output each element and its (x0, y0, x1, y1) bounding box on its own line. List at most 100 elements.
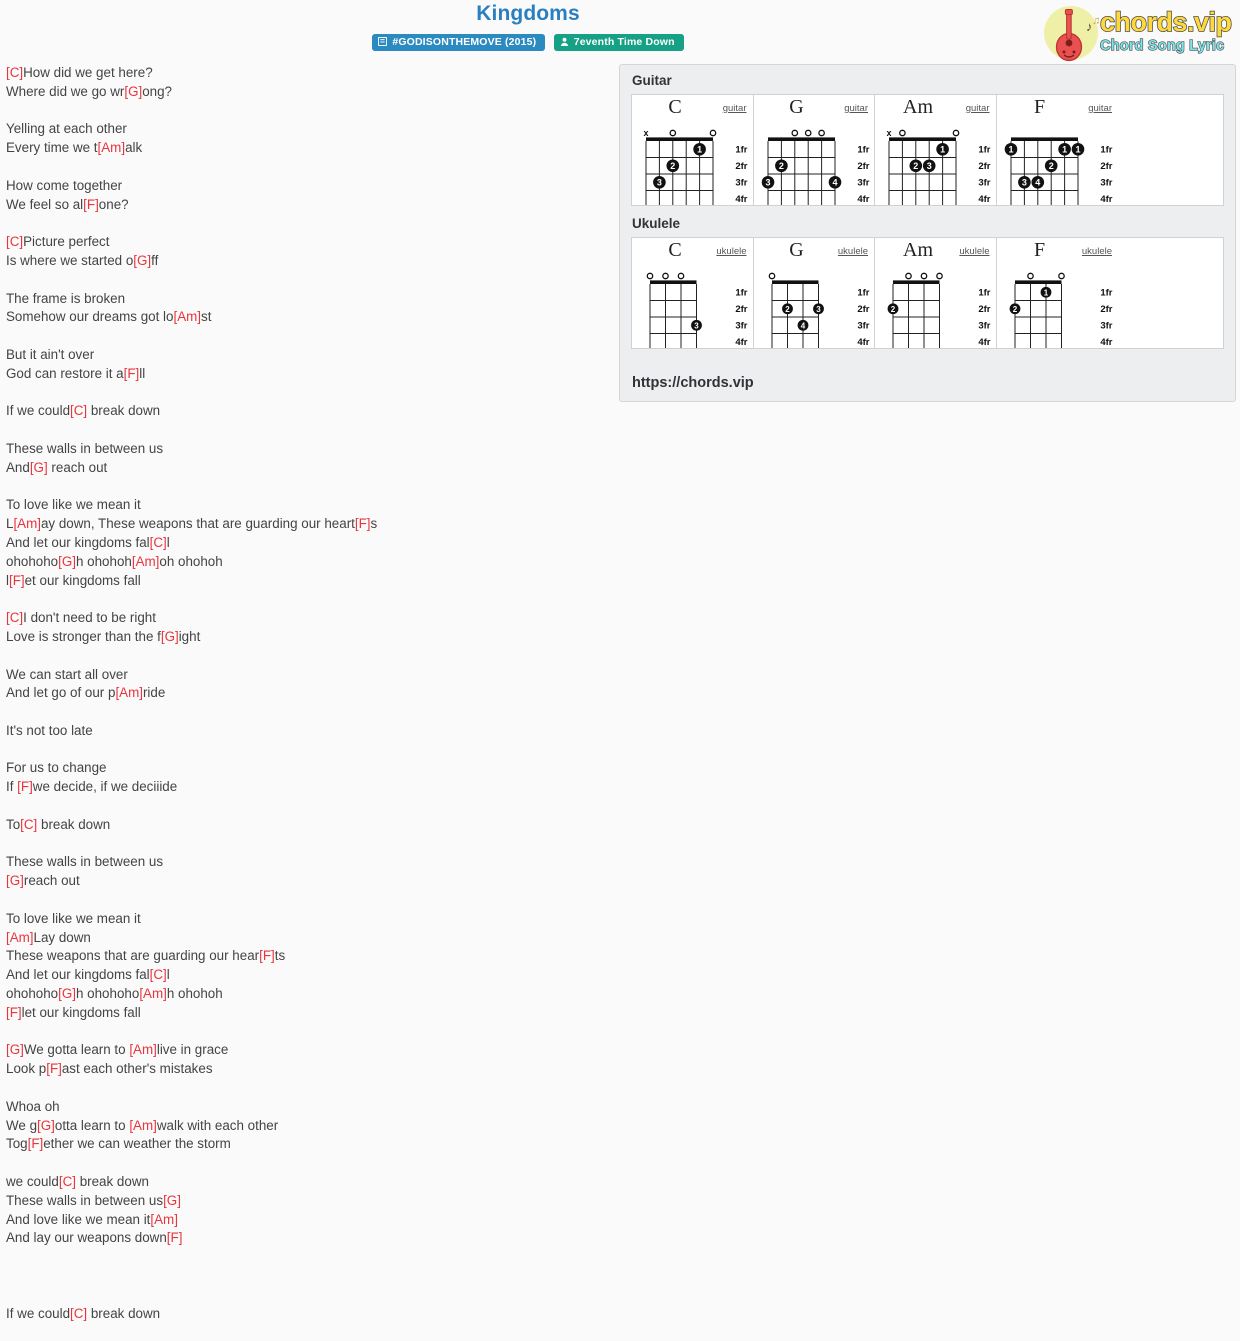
lyric-text: To love like we mean it (6, 910, 141, 926)
svg-text:1fr: 1fr (857, 145, 869, 156)
svg-text:x: x (886, 128, 891, 138)
lyric-text: ride (142, 685, 166, 701)
lyric-text: ff (151, 252, 159, 268)
chord-marker[interactable]: [F] (124, 366, 140, 381)
chord-diagram-ukulele-F[interactable]: Fukulele 1 2 1fr 2fr 3fr 4fr (996, 238, 1118, 348)
chord-marker[interactable]: [C] (70, 403, 87, 418)
chord-diagram-panel: Guitar Cguitar x 1 2 3 1fr 2fr 3fr 4fr Gguitar 2 3 4… (619, 64, 1236, 402)
logo-text: chords.vip Chord Song Lyric (1099, 6, 1233, 55)
lyric-line (6, 797, 606, 816)
lyric-text: The frame is broken (6, 290, 126, 306)
lyric-text: ight (178, 628, 201, 644)
chord-marker[interactable]: [C] (6, 610, 23, 625)
chord-diagram-guitar-Am[interactable]: Am guitar x 1 2 3 1fr 2fr 3fr 4fr (875, 95, 997, 205)
lyric-line: ohohoho[G]h ohohoh[Am]oh ohohoh (6, 553, 606, 572)
chord-marker[interactable]: [F] (259, 948, 275, 963)
chord-marker[interactable]: [F] (6, 1005, 22, 1020)
svg-text:2: 2 (1048, 161, 1053, 171)
svg-text:4: 4 (800, 321, 805, 330)
lyric-text: These walls in between us (6, 854, 164, 870)
site-logo[interactable]: ♪ ♫ chords.vip Chord Song Lyric (1040, 3, 1236, 62)
instrument-label[interactable]: ukulele (1082, 246, 1112, 257)
album-badge[interactable]: #GODISONTHEMOVE (2015) (372, 34, 546, 52)
chord-marker[interactable]: [C] (20, 817, 37, 832)
lyric-line (6, 647, 606, 666)
svg-text:2fr: 2fr (735, 161, 747, 172)
chord-marker[interactable]: [C] (150, 967, 167, 982)
svg-text:1: 1 (1062, 144, 1067, 154)
chord-marker[interactable]: [F] (46, 1061, 62, 1076)
chord-marker[interactable]: [Am] (173, 309, 201, 324)
chord-name: G (789, 96, 804, 118)
chord-marker[interactable]: [G] (133, 253, 151, 268)
lyric-line: But it ain't over (6, 346, 606, 365)
instrument-label[interactable]: ukulele (716, 246, 746, 257)
chord-marker[interactable]: [F] (17, 779, 33, 794)
lyric-text: Whoa oh (6, 1098, 60, 1114)
svg-text:3fr: 3fr (735, 178, 747, 189)
lyric-line: And let go of our p[Am]ride (6, 684, 606, 703)
chord-marker[interactable]: [C] (6, 65, 23, 80)
svg-text:3: 3 (816, 305, 821, 314)
chord-marker[interactable]: [G] (163, 1193, 181, 1208)
chord-marker[interactable]: [C] (59, 1174, 76, 1189)
badge-row: #GODISONTHEMOVE (2015) 7eventh Time Down (0, 34, 1056, 52)
chord-marker[interactable]: [F] (167, 1230, 183, 1245)
guitar-section-label: Guitar (632, 73, 672, 88)
chord-diagram-ukulele-G[interactable]: Gukulele 2 3 4 1fr 2fr 3fr 4fr (753, 238, 875, 348)
chord-marker[interactable]: [F] (355, 516, 371, 531)
chord-marker[interactable]: [G] (58, 986, 76, 1001)
chord-marker[interactable]: [F] (28, 1136, 44, 1151)
chord-marker[interactable]: [G] (124, 84, 142, 99)
logo-sub-text: Chord Song Lyric (1099, 37, 1225, 54)
chord-marker[interactable]: [G] (37, 1118, 55, 1133)
chord-marker[interactable]: [C] (150, 535, 167, 550)
chord-marker[interactable]: [G] (30, 460, 48, 475)
chord-marker[interactable]: [Am] (98, 140, 126, 155)
lyric-text: ether we can weather the storm (43, 1136, 231, 1152)
svg-text:4fr: 4fr (857, 194, 869, 205)
chord-marker[interactable]: [G] (161, 629, 179, 644)
chord-marker[interactable]: [Am] (129, 1118, 157, 1133)
chord-marker[interactable]: [F] (9, 573, 25, 588)
chord-marker[interactable]: [C] (6, 234, 23, 249)
lyric-text: We g (6, 1117, 38, 1133)
artist-badge[interactable]: 7eventh Time Down (553, 34, 684, 52)
lyric-line (6, 327, 606, 346)
instrument-label[interactable]: ukulele (959, 246, 989, 257)
instrument-label[interactable]: ukulele (838, 246, 868, 257)
chord-marker[interactable]: [F] (83, 197, 99, 212)
svg-text:4: 4 (1035, 177, 1040, 187)
chord-marker[interactable]: [Am] (13, 516, 41, 531)
lyric-text: We gotta learn to (23, 1042, 130, 1058)
chord-diagram-guitar-G[interactable]: Gguitar 2 3 4 1fr 2fr 3fr 4fr (753, 95, 875, 205)
chord-diagram-guitar-F[interactable]: Fguitar 1 1 1 2 3 4 1fr 2fr 3fr 4fr (996, 95, 1118, 205)
chord-marker[interactable]: [G] (58, 554, 76, 569)
chord-marker[interactable]: [Am] (150, 1212, 178, 1227)
svg-text:♫: ♫ (1092, 15, 1100, 27)
ukulele-chord-grid: Cukulele 3 1fr 2fr 3fr 4fr Gukulele 2 3 4 1fr 2fr 3f… (631, 237, 1224, 349)
chord-diagram-ukulele-Am[interactable]: Am ukulele 2 1fr 2fr 3fr 4fr (875, 238, 997, 348)
instrument-label[interactable]: guitar (844, 103, 868, 114)
chord-diagram-ukulele-C[interactable]: Cukulele 3 1fr 2fr 3fr 4fr (632, 238, 754, 348)
chord-diagram-guitar-C[interactable]: Cguitar x 1 2 3 1fr 2fr 3fr 4fr (632, 95, 754, 205)
svg-text:1fr: 1fr (1100, 288, 1112, 299)
chord-marker[interactable]: [G] (6, 1042, 24, 1057)
lyric-text: For us to change (6, 760, 107, 776)
lyric-text: Love is stronger than the f (6, 628, 161, 644)
lyric-text: Every time we t (6, 140, 98, 156)
lyric-text: break down (87, 403, 161, 419)
lyric-line (6, 835, 606, 854)
chord-marker[interactable]: [Am] (139, 986, 167, 1001)
instrument-label[interactable]: guitar (966, 103, 990, 114)
chord-marker[interactable]: [C] (70, 1306, 87, 1321)
chord-marker[interactable]: [Am] (132, 554, 160, 569)
instrument-label[interactable]: guitar (723, 103, 747, 114)
instrument-label[interactable]: guitar (1088, 103, 1112, 114)
chord-marker[interactable]: [Am] (6, 930, 34, 945)
chord-marker[interactable]: [Am] (115, 685, 143, 700)
chord-marker[interactable]: [G] (6, 873, 24, 888)
site-url[interactable]: https://chords.vip (632, 375, 754, 391)
chord-marker[interactable]: [Am] (129, 1042, 157, 1057)
lyric-line: These walls in between us (6, 853, 606, 872)
